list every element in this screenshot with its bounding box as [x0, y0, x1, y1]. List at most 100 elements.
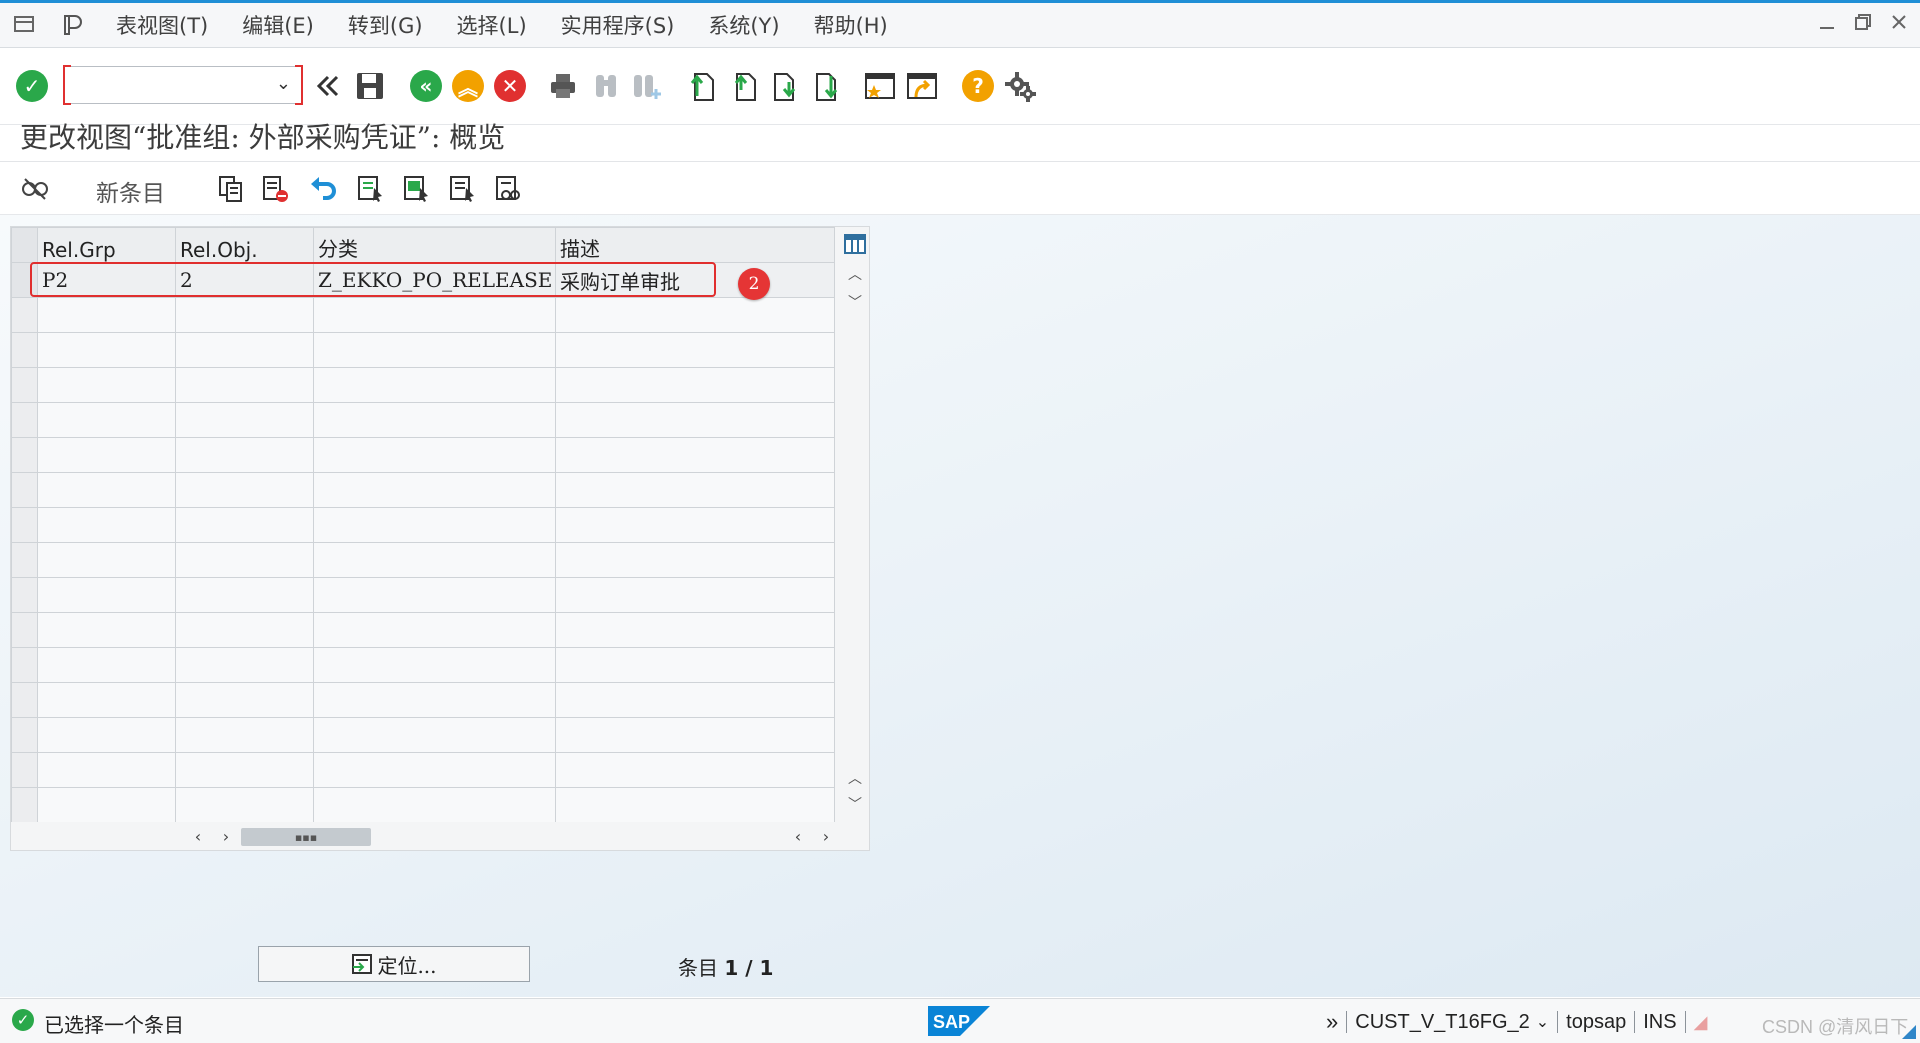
- print-icon[interactable]: [545, 68, 581, 104]
- empty-table-row[interactable]: [11, 542, 835, 578]
- column-header-rel-grp[interactable]: Rel.Grp: [37, 227, 176, 263]
- cell-rel-obj[interactable]: [175, 577, 314, 613]
- scroll-up-end-icon[interactable]: ︿: [841, 767, 869, 789]
- close-window-icon[interactable]: [1888, 11, 1910, 33]
- cell-class[interactable]: [313, 472, 556, 508]
- cell-rel-grp[interactable]: [37, 682, 176, 718]
- row-selector[interactable]: [11, 507, 38, 543]
- cell-description[interactable]: [555, 402, 835, 438]
- cell-rel-obj[interactable]: [175, 472, 314, 508]
- empty-table-row[interactable]: [11, 367, 835, 403]
- cell-class[interactable]: [313, 507, 556, 543]
- menu-help[interactable]: 帮助(H): [814, 10, 888, 40]
- cell-rel-grp[interactable]: [37, 787, 176, 823]
- cell-rel-obj[interactable]: [175, 717, 314, 753]
- cell-description[interactable]: [555, 682, 835, 718]
- row-selector[interactable]: [11, 332, 38, 368]
- cell-rel-obj[interactable]: [175, 682, 314, 718]
- cell-description[interactable]: [555, 297, 835, 333]
- cell-rel-obj[interactable]: [175, 367, 314, 403]
- menu-selection[interactable]: 选择(L): [457, 10, 527, 40]
- empty-table-row[interactable]: [11, 297, 835, 333]
- cell-rel-grp[interactable]: [37, 542, 176, 578]
- empty-table-row[interactable]: [11, 577, 835, 613]
- empty-table-row[interactable]: [11, 612, 835, 648]
- gear-icon[interactable]: [1002, 68, 1038, 104]
- print-field-list-icon[interactable]: [492, 172, 526, 206]
- horizontal-scrollbar[interactable]: ‹ › ▪▪▪ ‹ ›: [11, 822, 869, 850]
- scroll-right-end-icon[interactable]: ›: [815, 824, 837, 848]
- first-page-icon[interactable]: [684, 68, 720, 104]
- exit-icon[interactable]: ︽: [450, 68, 486, 104]
- undo-icon[interactable]: [306, 172, 340, 206]
- restore-icon[interactable]: [1852, 11, 1874, 33]
- empty-table-row[interactable]: [11, 717, 835, 753]
- scroll-down-icon[interactable]: ﹀: [841, 291, 869, 313]
- previous-page-icon[interactable]: [726, 68, 762, 104]
- next-page-icon[interactable]: [768, 68, 804, 104]
- row-selector[interactable]: [11, 367, 38, 403]
- cell-rel-obj[interactable]: [175, 402, 314, 438]
- cell-class[interactable]: [313, 577, 556, 613]
- cell-description[interactable]: [555, 577, 835, 613]
- empty-table-row[interactable]: [11, 787, 835, 823]
- select-block-icon[interactable]: [400, 172, 434, 206]
- menu-goto[interactable]: 转到(G): [348, 10, 423, 40]
- cell-rel-grp[interactable]: [37, 297, 176, 333]
- row-selector[interactable]: [11, 437, 38, 473]
- cell-class[interactable]: [313, 332, 556, 368]
- scroll-up-icon[interactable]: ︿: [841, 263, 869, 285]
- cell-class[interactable]: [313, 647, 556, 683]
- row-selector[interactable]: [11, 542, 38, 578]
- select-all-icon[interactable]: [354, 172, 388, 206]
- deselect-all-icon[interactable]: [446, 172, 480, 206]
- cell-description[interactable]: [555, 542, 835, 578]
- cell-description[interactable]: [555, 332, 835, 368]
- find-next-icon[interactable]: [628, 68, 664, 104]
- cell-rel-obj[interactable]: [175, 612, 314, 648]
- scroll-left-icon[interactable]: ‹: [187, 824, 209, 848]
- expand-status-icon[interactable]: »: [1326, 1009, 1338, 1035]
- insert-mode[interactable]: INS: [1643, 1011, 1676, 1034]
- empty-table-row[interactable]: [11, 752, 835, 788]
- cell-rel-grp[interactable]: [37, 752, 176, 788]
- cell-class[interactable]: [313, 787, 556, 823]
- save-icon[interactable]: [352, 68, 388, 104]
- cell-rel-obj[interactable]: [175, 437, 314, 473]
- resize-grip-icon[interactable]: [1902, 1025, 1916, 1039]
- cell-class[interactable]: [313, 297, 556, 333]
- row-selector[interactable]: [11, 752, 38, 788]
- cell-rel-obj[interactable]: [175, 507, 314, 543]
- row-selector[interactable]: [11, 297, 38, 333]
- empty-table-row[interactable]: [11, 682, 835, 718]
- cell-description[interactable]: [555, 367, 835, 403]
- cell-rel-obj[interactable]: [175, 332, 314, 368]
- cell-description[interactable]: [555, 752, 835, 788]
- row-selector[interactable]: [11, 577, 38, 613]
- chevron-down-icon[interactable]: ⌄: [276, 73, 291, 94]
- enter-check-icon[interactable]: ✓: [14, 68, 50, 104]
- row-selector[interactable]: [11, 682, 38, 718]
- cancel-icon[interactable]: ✕: [492, 68, 528, 104]
- cell-class[interactable]: [313, 402, 556, 438]
- help-icon[interactable]: ?: [960, 68, 996, 104]
- cell-class[interactable]: [313, 542, 556, 578]
- empty-table-row[interactable]: [11, 437, 835, 473]
- cell-description[interactable]: [555, 507, 835, 543]
- row-selector[interactable]: [11, 612, 38, 648]
- column-header-description[interactable]: 描述: [555, 227, 835, 263]
- row-selector[interactable]: [11, 472, 38, 508]
- cell-class[interactable]: [313, 682, 556, 718]
- chevron-down-icon[interactable]: ⌄: [1536, 1012, 1549, 1032]
- new-session-icon[interactable]: [862, 68, 898, 104]
- cell-rel-grp[interactable]: [37, 402, 176, 438]
- cell-rel-obj[interactable]: [175, 787, 314, 823]
- cell-class[interactable]: [313, 612, 556, 648]
- last-page-icon[interactable]: [810, 68, 846, 104]
- cell-rel-obj[interactable]: [175, 542, 314, 578]
- cell-rel-grp[interactable]: [37, 507, 176, 543]
- cell-description[interactable]: [555, 612, 835, 648]
- row-selector[interactable]: [11, 402, 38, 438]
- display-change-icon[interactable]: [18, 172, 52, 206]
- cell-rel-grp[interactable]: [37, 717, 176, 753]
